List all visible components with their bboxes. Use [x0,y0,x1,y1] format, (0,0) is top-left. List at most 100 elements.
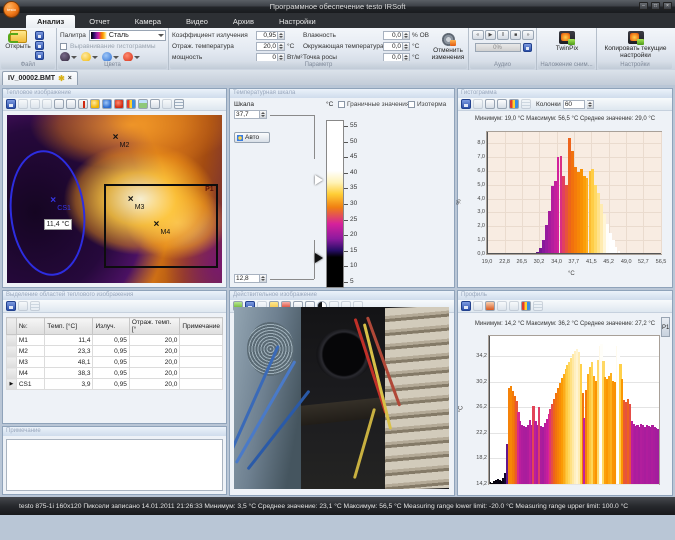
photo-icon[interactable] [138,99,148,109]
audio-forward-button[interactable]: » [522,30,534,40]
real-image[interactable] [234,307,449,489]
copy-icon[interactable] [473,301,483,311]
histogram-xtick: 45,2 [600,259,618,265]
copy-icon[interactable] [18,99,28,109]
heat-source-icon[interactable] [114,99,124,109]
chart-icon[interactable] [485,301,495,311]
profile-plot[interactable]: 14,218,222,226,230,234,2 [488,335,660,485]
columns-input[interactable]: 60 [563,100,585,109]
audio-save-button[interactable] [523,43,532,52]
maximize-button[interactable]: □ [651,2,660,10]
select-rect-icon[interactable] [150,99,160,109]
ambient-temp-input[interactable]: 0,0 [383,42,403,51]
table-row[interactable]: M223,30,9520,0 [7,346,223,357]
chart-area-icon[interactable] [509,301,519,311]
palette-icon[interactable] [521,301,531,311]
testo-logo-icon[interactable]: testo [3,1,20,18]
palette-swatch [91,32,107,39]
copy-icon[interactable] [473,99,483,109]
lower-limit-slider[interactable] [315,253,323,263]
save-all-button[interactable] [35,51,44,60]
tab-settings[interactable]: Настройки [268,15,327,28]
cut-icon[interactable] [30,99,40,109]
thermal-marker-M3[interactable]: ×M3 [128,196,145,211]
reflected-temp-stepper[interactable] [278,42,285,51]
favorite-star-icon[interactable]: ✱ [58,74,65,83]
palette-icon[interactable] [509,99,519,109]
columns-stepper[interactable] [587,100,594,109]
export-icon[interactable] [42,99,52,109]
audio-stop-button[interactable]: ■ [510,30,522,40]
thermal-marker-M4[interactable]: ×M4 [154,221,171,236]
emissivity-input[interactable]: 0,95 [256,31,278,40]
close-button[interactable]: × [663,2,672,10]
undo-changes-button[interactable]: Отменить изменения [430,30,466,63]
histogram-ytick: 6,0 [470,168,485,174]
histogram-plot[interactable]: 0,01,02,03,04,05,06,07,08,0 [486,131,662,255]
audio-rewind-button[interactable]: « [472,30,484,40]
save-icon[interactable] [461,99,471,109]
table-row[interactable]: M111,40,9520,0 [7,335,223,346]
flag-min-icon[interactable] [485,99,495,109]
scale-upper-stepper[interactable] [260,110,267,119]
table-row-selected[interactable]: ▶CS13,90,9520,0 [7,379,223,390]
isotherm-checkbox[interactable] [408,101,415,108]
twinpix-button[interactable]: TwinPix [540,30,594,52]
save-as-button[interactable] [35,41,44,50]
emissivity-stepper[interactable] [278,31,285,40]
copy-icon[interactable] [18,301,28,311]
temperature-point-icon[interactable] [78,99,88,109]
note-textarea[interactable] [6,439,223,491]
grid-icon[interactable] [30,301,40,311]
hot-spot-icon[interactable] [90,99,100,109]
scale-lower-stepper[interactable] [260,274,267,283]
reflected-temp-input[interactable]: 20,0 [256,42,278,51]
regions-table[interactable]: №: Темп. [°C] Излуч. Отраж. темп. [° При… [6,317,223,390]
palette-icon[interactable] [126,99,136,109]
cold-spot-icon[interactable] [102,99,112,109]
save-icon[interactable] [461,301,471,311]
flag-max-icon[interactable] [497,99,507,109]
tab-analysis[interactable]: Анализ [26,15,75,28]
save-icon[interactable] [6,99,16,109]
tab-close-icon[interactable]: × [68,75,72,82]
save-icon[interactable] [6,301,16,311]
grid-icon[interactable] [533,301,543,311]
upper-limit-slider[interactable] [315,175,323,185]
select-ellipse-icon[interactable] [162,99,172,109]
humidity-input[interactable]: 0,0 [383,31,403,40]
table-row[interactable]: M348,10,9520,0 [7,357,223,368]
scale-upper-input[interactable]: 37,7 [234,110,260,119]
temperature-scale-bar[interactable] [326,120,344,288]
document-tab-bar: IV_00002.BMT ✱ × [0,70,675,85]
document-tab[interactable]: IV_00002.BMT ✱ × [2,71,78,85]
tab-report[interactable]: Отчет [78,15,121,28]
thermal-marker-M2[interactable]: ×M2 [113,134,130,149]
grid-icon[interactable] [174,99,184,109]
save-button[interactable] [35,31,44,40]
marker-move-icon[interactable] [54,99,64,109]
tab-video[interactable]: Видео [175,15,219,28]
ambient-temp-stepper[interactable] [403,42,410,51]
tab-camera[interactable]: Камера [124,15,172,28]
thermal-image[interactable]: P1 11,4 °C ×M2×M3×M4×CS1 [7,115,222,283]
humidity-stepper[interactable] [403,31,410,40]
limit-values-checkbox[interactable] [338,101,345,108]
marker-edit-icon[interactable] [66,99,76,109]
open-button[interactable]: Открыть [3,30,33,58]
scale-lower-input[interactable]: 12,8 [234,274,260,283]
tab-archive[interactable]: Архив [222,15,265,28]
equalize-checkbox[interactable] [60,43,67,50]
auto-scale-button[interactable]: Авто [234,132,270,143]
chart-line-icon[interactable] [497,301,507,311]
audio-play-button[interactable]: ▶ [485,30,497,40]
palette-select[interactable]: Сталь [89,30,166,41]
audio-pause-button[interactable]: ‖ [497,30,509,40]
table-row[interactable]: M438,30,9520,0 [7,368,223,379]
grid-icon[interactable] [521,99,531,109]
copy-settings-button[interactable]: Копировать текущие настройки [600,30,671,59]
minimize-button[interactable]: – [639,2,648,10]
thermal-ellipse-region[interactable] [7,147,92,280]
thermal-marker-CS1[interactable]: ×CS1 [50,197,71,212]
profile-p1-tab[interactable]: P1 [661,317,670,337]
